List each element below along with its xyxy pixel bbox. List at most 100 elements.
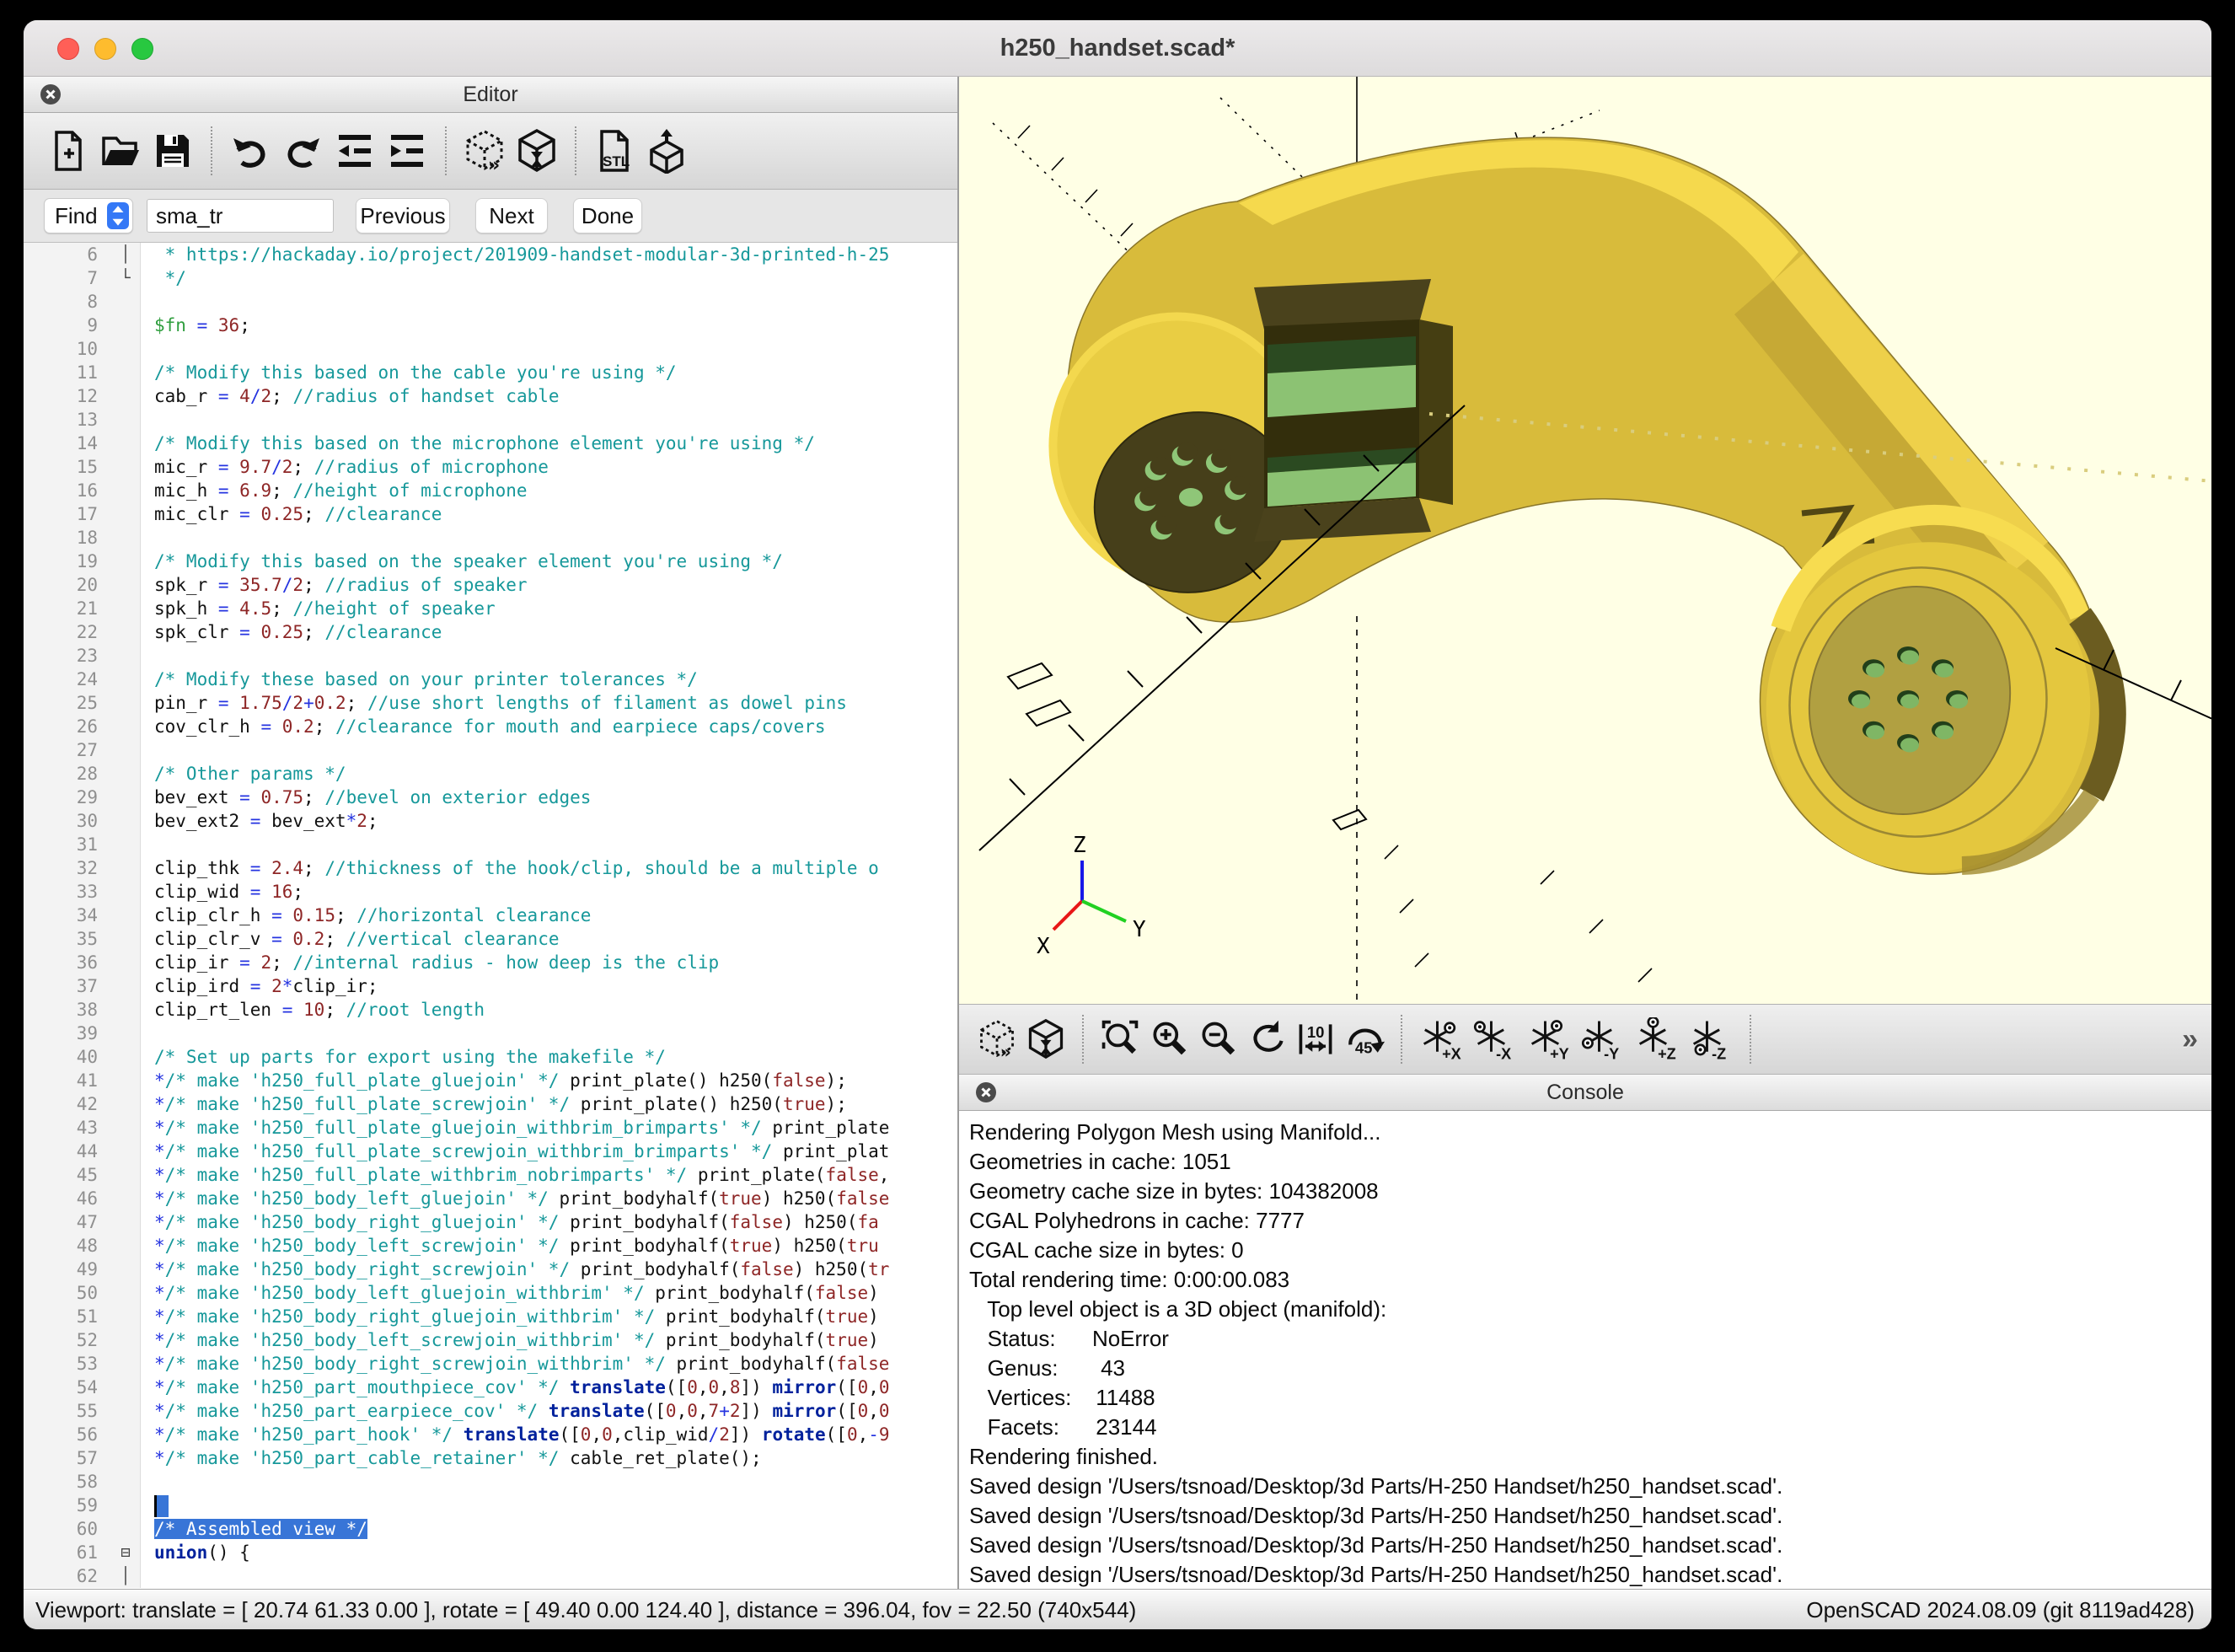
code-line[interactable]: 49*/* make 'h250_body_right_screwjoin' *… (24, 1258, 957, 1281)
find-input[interactable] (147, 199, 334, 233)
code-line[interactable]: 32clip_thk = 2.4; //thickness of the hoo… (24, 856, 957, 880)
code-line[interactable]: 45*/* make 'h250_full_plate_withbrim_nob… (24, 1163, 957, 1187)
code-line[interactable]: 35clip_clr_v = 0.2; //vertical clearance (24, 927, 957, 951)
code-editor[interactable]: 6│ * https://hackaday.io/project/201909-… (24, 243, 957, 1589)
code-line[interactable]: 62│ (24, 1564, 957, 1588)
viewport-3d[interactable]: Z X Y (959, 77, 2211, 1004)
code-line[interactable]: 38clip_rt_len = 10; //root length (24, 998, 957, 1022)
new-file-button[interactable] (42, 123, 94, 179)
code-line[interactable]: 9$fn = 36; (24, 314, 957, 337)
code-line[interactable]: 27 (24, 738, 957, 762)
unindent-button[interactable] (329, 123, 381, 179)
open-file-button[interactable] (94, 123, 147, 179)
redo-button[interactable] (276, 123, 329, 179)
code-line[interactable]: 24/* Modify these based on your printer … (24, 668, 957, 691)
code-line[interactable]: 61⊟union() { (24, 1541, 957, 1564)
view-plusx-button[interactable]: +X (1414, 1013, 1468, 1065)
code-line[interactable]: 34clip_clr_h = 0.15; //horizontal cleara… (24, 904, 957, 927)
code-line[interactable]: 57*/* make 'h250_part_cable_retainer' */… (24, 1446, 957, 1470)
code-line[interactable]: 48*/* make 'h250_body_left_screwjoin' */… (24, 1234, 957, 1258)
code-line[interactable]: 28/* Other params */ (24, 762, 957, 786)
zoom-all-button[interactable] (1096, 1013, 1144, 1065)
code-line[interactable]: 47*/* make 'h250_body_right_gluejoin' */… (24, 1210, 957, 1234)
save-file-button[interactable] (147, 123, 199, 179)
code-line[interactable]: 55*/* make 'h250_part_earpiece_cov' */ t… (24, 1399, 957, 1423)
code-text: mic_clr = 0.25; //clearance (141, 502, 957, 526)
code-line[interactable]: 18 (24, 526, 957, 550)
toolbar-overflow-chevron[interactable]: » (2182, 1023, 2198, 1056)
code-line[interactable]: 46*/* make 'h250_body_left_gluejoin' */ … (24, 1187, 957, 1210)
view-minusy-button[interactable]: -Y (1576, 1013, 1630, 1065)
reset-view-button[interactable] (1242, 1013, 1291, 1065)
console-line: Rendering Polygon Mesh using Manifold... (969, 1118, 2211, 1147)
preview-button[interactable]: » (458, 123, 511, 179)
render-button[interactable] (1021, 1013, 1070, 1065)
export-button[interactable] (640, 123, 693, 179)
code-line[interactable]: 25pin_r = 1.75/2+0.2; //use short length… (24, 691, 957, 715)
code-line[interactable]: 13 (24, 408, 957, 432)
code-line[interactable]: 36clip_ir = 2; //internal radius - how d… (24, 951, 957, 974)
code-line[interactable]: 60/* Assembled view */ (24, 1517, 957, 1541)
code-line[interactable]: 23 (24, 644, 957, 668)
export-stl-button[interactable]: STL (588, 123, 640, 179)
minimize-window-button[interactable] (94, 38, 116, 60)
code-line[interactable]: 41*/* make 'h250_full_plate_gluejoin' */… (24, 1069, 957, 1092)
code-line[interactable]: 31 (24, 833, 957, 856)
indent-button[interactable] (381, 123, 433, 179)
code-line[interactable]: 39 (24, 1022, 957, 1045)
code-line[interactable]: 50*/* make 'h250_body_left_gluejoin_with… (24, 1281, 957, 1305)
find-done-button[interactable]: Done (573, 198, 642, 233)
code-line[interactable]: 20spk_r = 35.7/2; //radius of speaker (24, 573, 957, 597)
view-plusz-button[interactable]: +Z (1630, 1013, 1684, 1065)
find-next-button[interactable]: Next (475, 198, 548, 233)
code-line[interactable]: 40/* Set up parts for export using the m… (24, 1045, 957, 1069)
code-line[interactable]: 54*/* make 'h250_part_mouthpiece_cov' */… (24, 1376, 957, 1399)
preview-button[interactable]: » (973, 1013, 1021, 1065)
view-minusx-button[interactable]: -X (1468, 1013, 1522, 1065)
code-line[interactable]: 22spk_clr = 0.25; //clearance (24, 620, 957, 644)
view-distance-10-button[interactable]: 10 (1291, 1013, 1340, 1065)
code-line[interactable]: 43*/* make 'h250_full_plate_gluejoin_wit… (24, 1116, 957, 1140)
console-output[interactable]: Rendering Polygon Mesh using Manifold...… (959, 1111, 2211, 1589)
code-line[interactable]: 17mic_clr = 0.25; //clearance (24, 502, 957, 526)
close-icon[interactable] (974, 1081, 998, 1104)
code-line[interactable]: 26cov_clr_h = 0.2; //clearance for mouth… (24, 715, 957, 738)
zoom-in-button[interactable] (1144, 1013, 1193, 1065)
code-line[interactable]: 29bev_ext = 0.75; //bevel on exterior ed… (24, 786, 957, 809)
code-line[interactable]: 33clip_wid = 16; (24, 880, 957, 904)
code-line[interactable]: 12cab_r = 4/2; //radius of handset cable (24, 384, 957, 408)
close-icon[interactable] (39, 83, 62, 106)
find-previous-button[interactable]: Previous (356, 198, 450, 233)
code-line[interactable]: 14/* Modify this based on the microphone… (24, 432, 957, 455)
close-window-button[interactable] (57, 38, 79, 60)
code-line[interactable]: 44*/* make 'h250_full_plate_screwjoin_wi… (24, 1140, 957, 1163)
code-line[interactable]: 53*/* make 'h250_body_right_screwjoin_wi… (24, 1352, 957, 1376)
code-line[interactable]: 10 (24, 337, 957, 361)
undo-button[interactable] (224, 123, 276, 179)
view-plusy-button[interactable]: +Y (1522, 1013, 1576, 1065)
code-line[interactable]: 7└ */ (24, 266, 957, 290)
code-line[interactable]: 59 (24, 1494, 957, 1517)
zoom-out-button[interactable] (1193, 1013, 1242, 1065)
code-line[interactable]: 56*/* make 'h250_part_hook' */ translate… (24, 1423, 957, 1446)
render-button[interactable] (511, 123, 563, 179)
code-line[interactable]: 19/* Modify this based on the speaker el… (24, 550, 957, 573)
3d-render[interactable]: Z X Y (959, 77, 2211, 1004)
code-line[interactable]: 52*/* make 'h250_body_left_screwjoin_wit… (24, 1328, 957, 1352)
code-line[interactable]: 51*/* make 'h250_body_right_gluejoin_wit… (24, 1305, 957, 1328)
code-line[interactable]: 11/* Modify this based on the cable you'… (24, 361, 957, 384)
code-line[interactable]: 8 (24, 290, 957, 314)
code-line[interactable]: 16mic_h = 6.9; //height of microphone (24, 479, 957, 502)
code-line[interactable]: 6│ * https://hackaday.io/project/201909-… (24, 243, 957, 266)
code-line[interactable]: 58 (24, 1470, 957, 1494)
rotate-45-button[interactable]: 45 (1340, 1013, 1389, 1065)
code-line[interactable]: 42*/* make 'h250_full_plate_screwjoin' *… (24, 1092, 957, 1116)
code-line[interactable]: 30bev_ext2 = bev_ext*2; (24, 809, 957, 833)
code-line[interactable]: 21spk_h = 4.5; //height of speaker (24, 597, 957, 620)
find-mode-select[interactable]: Find (44, 198, 133, 233)
fold-margin[interactable]: ⊟ (111, 1541, 141, 1564)
code-line[interactable]: 15mic_r = 9.7/2; //radius of microphone (24, 455, 957, 479)
view-minusz-button[interactable]: -Z (1684, 1013, 1738, 1065)
code-line[interactable]: 37clip_ird = 2*clip_ir; (24, 974, 957, 998)
zoom-window-button[interactable] (131, 38, 153, 60)
